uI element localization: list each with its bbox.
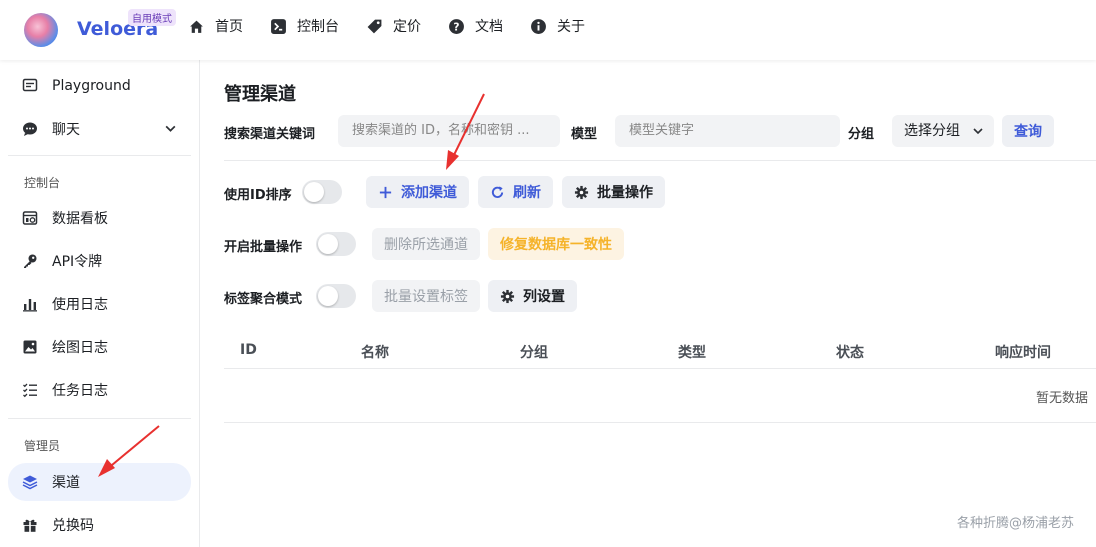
nav-pricing[interactable]: 定价 — [366, 15, 421, 37]
sidebar-item-label: 渠道 — [52, 475, 80, 491]
nav-about[interactable]: 关于 — [530, 15, 585, 37]
batch-ops-button[interactable]: 批量操作 — [562, 176, 665, 208]
batch-tag-button[interactable]: 批量设置标签 — [372, 280, 480, 312]
chevron-down-icon[interactable] — [164, 122, 177, 135]
add-channel-button[interactable]: 添加渠道 — [366, 176, 469, 208]
sidebar-item-label: 数据看板 — [52, 211, 108, 227]
sidebar-item-playground[interactable]: Playground — [8, 67, 191, 105]
refresh-button[interactable]: 刷新 — [478, 176, 553, 208]
nav-docs[interactable]: ? 文档 — [448, 15, 503, 37]
nav-docs-label: 文档 — [475, 19, 503, 35]
nav-console[interactable]: 控制台 — [270, 15, 339, 37]
chat-square-icon — [22, 78, 38, 92]
sidebar-item-drawing-log[interactable]: 绘图日志 — [8, 328, 191, 366]
sidebar: Playground 聊天 控制台 数据看板 API令牌 使用日志 绘图日志 任… — [0, 60, 200, 547]
bar-chart-icon — [23, 299, 37, 312]
sort-by-id-label: 使用ID排序 — [224, 188, 292, 203]
empty-state-text: 暂无数据 — [1035, 391, 1088, 406]
tag-mode-label: 标签聚合模式 — [224, 292, 303, 307]
sidebar-item-channels[interactable]: 渠道 — [8, 463, 191, 501]
refresh-label: 刷新 — [513, 185, 541, 201]
brand-logo[interactable] — [24, 13, 58, 47]
home-icon — [190, 20, 203, 33]
sidebar-item-dashboard[interactable]: 数据看板 — [8, 199, 191, 237]
batch-ops-label: 批量操作 — [597, 185, 653, 201]
column-header-type[interactable]: 类型 — [678, 342, 706, 362]
gear-icon — [574, 185, 589, 199]
top-navbar: Veloera 自用模式 首页 控制台 定价 ? 文档 关于 — [0, 0, 1096, 60]
column-settings-label: 列设置 — [523, 289, 565, 305]
gift-icon — [23, 519, 37, 532]
group-admin-label: 管理员 — [24, 439, 61, 453]
page-title: 管理渠道 — [224, 84, 296, 105]
sidebar-divider — [8, 418, 191, 419]
layers-icon — [22, 475, 38, 490]
mode-badge: 自用模式 — [128, 9, 176, 26]
info-icon — [531, 18, 546, 34]
sidebar-item-api-tokens[interactable]: API令牌 — [8, 242, 191, 280]
nav-about-label: 关于 — [557, 19, 585, 35]
column-header-status[interactable]: 状态 — [836, 342, 864, 362]
main-content: 管理渠道 搜索渠道关键词 搜索渠道的 ID，名称和密钥 ... 模型 模型关键字… — [200, 60, 1096, 547]
search-label: 搜索渠道关键词 — [224, 127, 316, 142]
svg-text:?: ? — [453, 20, 459, 33]
model-label: 模型 — [571, 127, 598, 142]
group-select-value: 选择分组 — [904, 123, 960, 139]
group-label: 分组 — [848, 127, 875, 142]
chat-bubble-icon — [23, 122, 37, 136]
image-icon — [23, 340, 37, 354]
list-icon — [23, 383, 37, 398]
group-select[interactable]: 选择分组 — [892, 115, 994, 147]
nav-console-label: 控制台 — [297, 19, 339, 35]
enable-batch-toggle[interactable] — [316, 232, 356, 256]
sidebar-item-label: 聊天 — [52, 122, 80, 138]
column-header-id[interactable]: ID — [240, 342, 257, 358]
sort-by-id-toggle[interactable] — [302, 180, 342, 204]
nav-pricing-label: 定价 — [393, 19, 421, 35]
tag-icon — [367, 19, 382, 33]
refresh-icon — [491, 185, 504, 198]
fix-db-button[interactable]: 修复数据库一致性 — [488, 228, 624, 260]
terminal-icon — [271, 18, 286, 34]
sidebar-item-label: API令牌 — [52, 254, 103, 270]
plus-icon — [379, 186, 392, 198]
top-nav: 首页 控制台 定价 ? 文档 关于 — [188, 15, 612, 37]
query-button[interactable]: 查询 — [1002, 115, 1054, 147]
dashboard-icon — [22, 211, 38, 225]
sidebar-item-usage-log[interactable]: 使用日志 — [8, 285, 191, 323]
sidebar-item-label: 绘图日志 — [52, 340, 108, 356]
search-input[interactable]: 搜索渠道的 ID，名称和密钥 ... — [338, 115, 560, 147]
nav-home-label: 首页 — [215, 19, 243, 35]
enable-batch-label: 开启批量操作 — [224, 240, 303, 255]
nav-home[interactable]: 首页 — [188, 15, 243, 37]
sidebar-item-label: 兑换码 — [52, 518, 94, 534]
sidebar-item-chat[interactable]: 聊天 — [8, 110, 191, 148]
table-bottom-divider — [224, 422, 1096, 423]
gear-icon — [500, 289, 515, 303]
watermark-text: 各种折腾@杨浦老苏 — [957, 516, 1075, 531]
column-header-response-time[interactable]: 响应时间 — [995, 342, 1051, 362]
toolbar-divider — [224, 160, 1096, 161]
sidebar-divider — [8, 155, 191, 156]
sidebar-item-label: 任务日志 — [52, 383, 108, 399]
column-settings-button[interactable]: 列设置 — [488, 280, 577, 312]
column-header-name[interactable]: 名称 — [361, 342, 389, 362]
tag-mode-toggle[interactable] — [316, 284, 356, 308]
chevron-down-icon — [973, 128, 983, 135]
group-console-label: 控制台 — [24, 176, 61, 190]
help-icon: ? — [449, 18, 464, 34]
sidebar-item-task-log[interactable]: 任务日志 — [8, 371, 191, 409]
table-header-divider — [224, 368, 1096, 369]
sidebar-item-label: 使用日志 — [52, 297, 108, 313]
key-icon — [24, 254, 37, 268]
column-header-group[interactable]: 分组 — [520, 342, 548, 362]
add-channel-label: 添加渠道 — [401, 185, 457, 201]
delete-selected-button[interactable]: 删除所选通道 — [372, 228, 480, 260]
sidebar-item-label: Playground — [52, 78, 131, 94]
model-input[interactable]: 模型关键字 — [615, 115, 840, 147]
sidebar-item-redeem-codes[interactable]: 兑换码 — [8, 506, 191, 544]
